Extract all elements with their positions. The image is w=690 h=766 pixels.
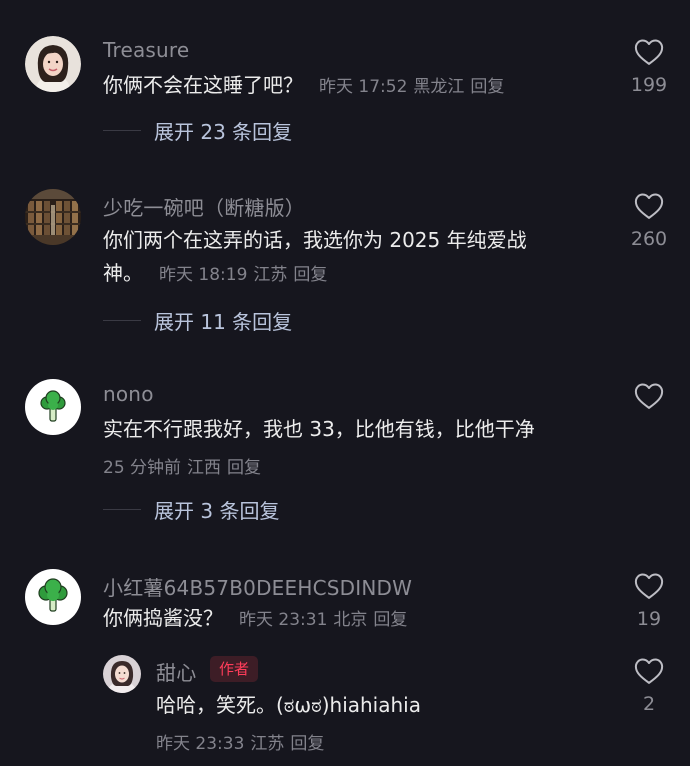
comment-text-line: 实在不行跟我好，我也 33，比他有钱，比他干净 <box>103 417 535 441</box>
reply-button[interactable]: 回复 <box>227 458 261 478</box>
avatar[interactable] <box>25 36 81 92</box>
comment-text-line: 你俩捣酱没？ <box>103 606 223 630</box>
comment-time: 昨天 17:52 <box>319 77 408 97</box>
expand-replies-button[interactable]: 展开 23 条回复 <box>103 115 292 145</box>
expand-replies-label: 展开 23 条回复 <box>154 119 293 144</box>
like-button[interactable]: 260 <box>619 192 679 250</box>
like-count: 2 <box>642 693 656 715</box>
comment-text: 你俩不会在这睡了吧？ 昨天 17:52 黑龙江 回复 <box>103 69 510 104</box>
heart-outline-icon <box>634 658 664 684</box>
reply-time: 昨天 23:33 <box>156 734 245 754</box>
comment-username[interactable]: Treasure <box>103 38 189 62</box>
comment-location: 江西 <box>187 458 222 478</box>
comment-meta: 昨天 23:31 北京 回复 <box>239 610 413 630</box>
reply-button[interactable]: 回复 <box>373 610 407 630</box>
comment-location: 北京 <box>333 610 368 630</box>
comment-username[interactable]: 小红薯64B57B0DEEHCSDINDW <box>103 572 412 601</box>
comment-text: 你们两个在这弄的话，我选你为 2025 年纯爱战 神。 昨天 18:19 江苏 回复 <box>103 224 527 292</box>
reply-meta: 昨天 23:33 江苏 回复 <box>156 729 330 754</box>
reply-text: 哈哈，笑死。(ಠωಠ)hiahiahia <box>156 689 421 722</box>
author-badge: 作者 <box>210 656 259 682</box>
like-count: 199 <box>630 74 668 96</box>
expand-replies-label: 展开 11 条回复 <box>154 309 293 334</box>
reply-avatar[interactable] <box>103 655 141 693</box>
heart-outline-icon <box>634 383 664 409</box>
reply-username[interactable]: 甜心 <box>156 657 196 686</box>
comment-text: 实在不行跟我好，我也 33，比他有钱，比他干净 <box>103 413 535 446</box>
comment-meta: 昨天 17:52 黑龙江 回复 <box>319 77 510 97</box>
reply-text-line: 哈哈，笑死。(ಠωಠ)hiahiahia <box>156 693 421 717</box>
comment-time: 昨天 23:31 <box>239 610 328 630</box>
heart-outline-icon <box>634 573 664 599</box>
comment-username[interactable]: 少吃一碗吧（断糖版） <box>103 192 305 221</box>
comment-time: 昨天 18:19 <box>159 265 248 285</box>
expand-replies-button[interactable]: 展开 3 条回复 <box>103 494 279 524</box>
comment-text-line: 你们两个在这弄的话，我选你为 2025 年纯爱战 <box>103 228 527 252</box>
like-button[interactable]: 2 <box>619 657 679 715</box>
comment-location: 黑龙江 <box>413 77 465 97</box>
reply-button[interactable]: 回复 <box>290 734 324 754</box>
comment-text: 你俩捣酱没？ 昨天 23:31 北京 回复 <box>103 602 413 637</box>
like-button[interactable]: 19 <box>619 572 679 630</box>
heart-outline-icon <box>634 39 664 65</box>
comment-meta: 昨天 18:19 江苏 回复 <box>159 265 333 285</box>
broccoli-icon <box>40 390 66 422</box>
comment-location: 江苏 <box>253 265 288 285</box>
expand-divider <box>103 319 141 321</box>
comment-username[interactable]: nono <box>103 382 154 406</box>
avatar[interactable] <box>25 379 81 435</box>
heart-outline-icon <box>634 193 664 219</box>
comment-text-line: 神。 <box>103 261 143 285</box>
like-button[interactable]: 199 <box>619 38 679 96</box>
reply-button[interactable]: 回复 <box>470 77 504 97</box>
comments-screen: { "comments": [ { "username": "Treasure"… <box>0 0 690 766</box>
broccoli-icon <box>38 578 68 612</box>
like-count: 260 <box>630 228 668 250</box>
expand-divider <box>103 129 141 131</box>
comment-text-line: 你俩不会在这睡了吧？ <box>103 73 303 97</box>
reply-button[interactable]: 回复 <box>293 265 327 285</box>
avatar[interactable] <box>25 569 81 625</box>
expand-divider <box>103 508 141 510</box>
avatar[interactable] <box>25 189 81 245</box>
like-button[interactable] <box>619 382 679 418</box>
expand-replies-button[interactable]: 展开 11 条回复 <box>103 305 292 335</box>
comment-meta: 25 分钟前 江西 回复 <box>103 453 267 478</box>
like-count: 19 <box>636 608 662 630</box>
expand-replies-label: 展开 3 条回复 <box>154 498 280 523</box>
comment-time: 25 分钟前 <box>103 458 182 478</box>
reply-location: 江苏 <box>250 734 285 754</box>
